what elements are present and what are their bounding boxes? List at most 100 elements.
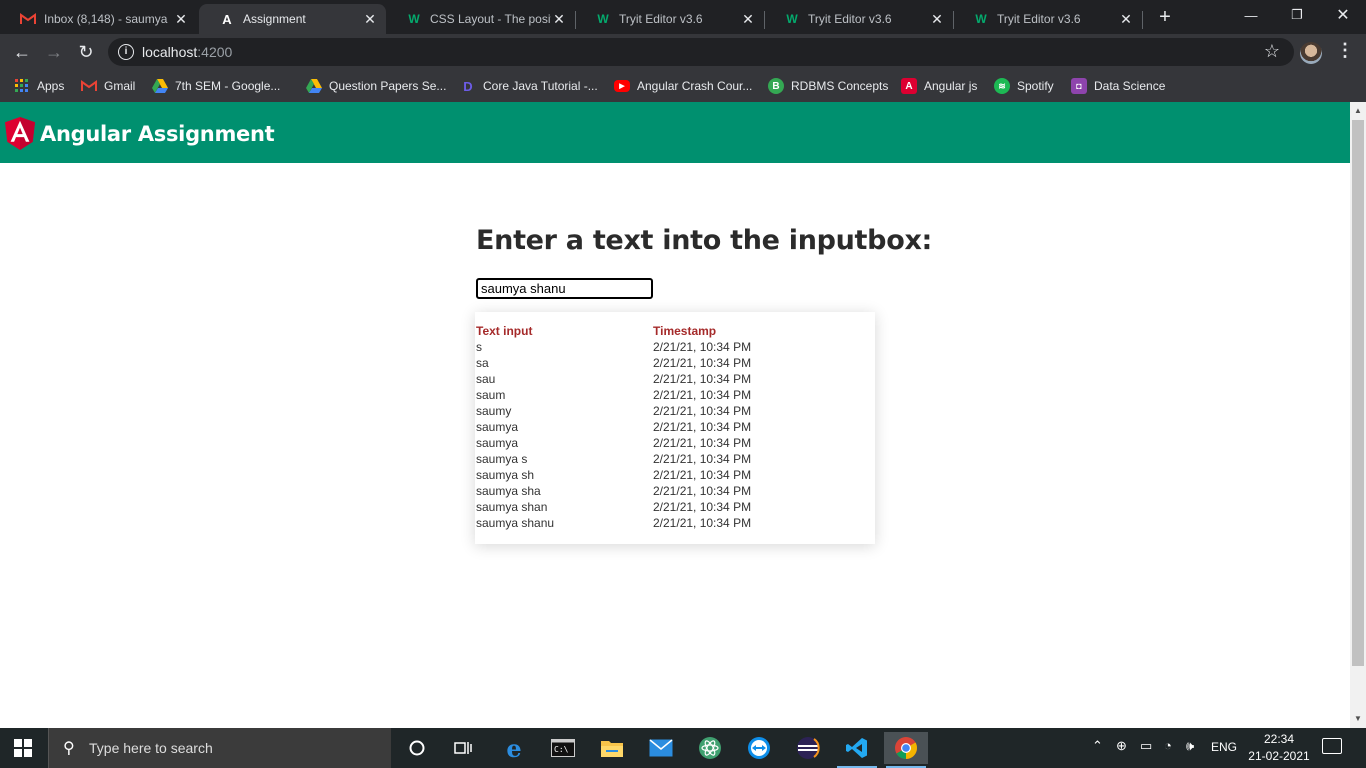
close-icon[interactable]: ✕ [929, 11, 945, 28]
wifi-icon[interactable]: ◔ [1164, 738, 1172, 753]
table-row: saumya shan 2/21/21, 10:34 PM [475, 499, 875, 515]
bookmark-label: Gmail [104, 79, 136, 93]
battery-icon[interactable]: ▭ [1140, 738, 1152, 754]
cell-timestamp: 2/21/21, 10:34 PM [653, 484, 752, 498]
restore-button[interactable]: ❐ [1274, 0, 1320, 30]
table-header-row: Text input Timestamp [475, 323, 875, 339]
cell-text: saumya s [476, 452, 528, 466]
url-port: :4200 [197, 44, 233, 60]
close-window-button[interactable]: ✕ [1320, 0, 1366, 30]
app-title: Angular Assignment [40, 122, 275, 146]
cell-timestamp: 2/21/21, 10:34 PM [653, 420, 752, 434]
language-indicator[interactable]: ENG [1211, 740, 1237, 754]
mail-icon[interactable] [639, 732, 683, 764]
cell-timestamp: 2/21/21, 10:34 PM [653, 404, 752, 418]
tab-assignment[interactable]: A Assignment ✕ [199, 4, 386, 34]
tab-tryit-editor-1[interactable]: W Tryit Editor v3.6 ✕ [575, 4, 764, 34]
bookmark-star-icon[interactable]: ☆ [1264, 41, 1280, 62]
tab-tryit-editor-2[interactable]: W Tryit Editor v3.6 ✕ [764, 4, 953, 34]
tab-title: Tryit Editor v3.6 [808, 12, 892, 26]
cell-timestamp: 2/21/21, 10:34 PM [653, 372, 752, 386]
bookmark-label: Question Papers Se... [329, 79, 447, 93]
table-row: saumya sh 2/21/21, 10:34 PM [475, 467, 875, 483]
chrome-icon[interactable] [884, 732, 928, 768]
bookmark-angular-crash-course[interactable]: ▶ Angular Crash Cour... [614, 76, 752, 96]
bookmark-question-papers[interactable]: Question Papers Se... [306, 76, 446, 96]
forward-button[interactable]: → [40, 38, 68, 66]
atom-icon[interactable] [688, 732, 732, 764]
bookmark-gmail[interactable]: Gmail [81, 76, 135, 96]
scroll-up-arrow-icon[interactable]: ▲ [1354, 106, 1362, 115]
scrollbar-thumb[interactable] [1352, 120, 1364, 666]
page-scrollbar[interactable]: ▲ ▼ [1350, 102, 1366, 728]
bookmark-spotify[interactable]: ≋ Spotify [994, 76, 1054, 96]
chevron-up-icon[interactable]: ⌃ [1092, 738, 1103, 754]
tab-css-layout[interactable]: W CSS Layout - The positio ✕ [386, 4, 575, 34]
bookmark-apps[interactable]: Apps [14, 76, 64, 96]
tab-title: Tryit Editor v3.6 [619, 12, 703, 26]
close-icon[interactable]: ✕ [740, 11, 756, 28]
reload-button[interactable]: ↻ [72, 38, 100, 66]
column-header-text-input: Text input [476, 324, 533, 338]
minimize-button[interactable]: — [1228, 0, 1274, 30]
vscode-icon[interactable] [835, 732, 879, 768]
gmail-icon [81, 78, 97, 94]
tab-strip: Inbox (8,148) - saumya ✕ A Assignment ✕ … [0, 0, 1366, 34]
profile-avatar[interactable] [1300, 42, 1322, 64]
tab-gmail-inbox[interactable]: Inbox (8,148) - saumya ✕ [0, 4, 197, 34]
bookmark-label: Core Java Tutorial -... [483, 79, 598, 93]
task-view-icon[interactable] [441, 732, 485, 764]
close-icon[interactable]: ✕ [1118, 11, 1134, 28]
device-icon[interactable]: ⊕ [1116, 738, 1127, 754]
teamviewer-icon[interactable] [737, 732, 781, 764]
close-icon[interactable]: ✕ [551, 11, 567, 28]
taskbar-search-box[interactable]: ⚲ Type here to search [48, 728, 391, 768]
bookmark-label: 7th SEM - Google... [175, 79, 281, 93]
angular-icon: A [222, 11, 232, 27]
text-input[interactable] [476, 278, 653, 299]
file-explorer-icon[interactable] [590, 732, 634, 764]
spotify-icon: ≋ [994, 78, 1010, 94]
w3schools-icon: W [786, 12, 798, 26]
terminal-icon[interactable]: C:\ [541, 732, 585, 764]
bookmark-label: Data Science [1094, 79, 1166, 93]
tab-separator [1142, 11, 1143, 29]
column-header-timestamp: Timestamp [653, 324, 717, 338]
bookmark-label: Angular js [924, 79, 978, 93]
bookmark-angular-js[interactable]: A Angular js [901, 76, 977, 96]
url-text[interactable]: localhost:4200 [142, 44, 232, 60]
eclipse-icon[interactable] [786, 732, 830, 764]
cell-text: saum [476, 388, 506, 402]
back-button[interactable]: ← [8, 38, 36, 66]
taskbar-clock[interactable]: 22:34 21-02-2021 [1240, 731, 1318, 765]
cell-text: saumy [476, 404, 512, 418]
bookmark-7th-sem[interactable]: 7th SEM - Google... [152, 76, 280, 96]
cell-timestamp: 2/21/21, 10:34 PM [653, 452, 752, 466]
cell-timestamp: 2/21/21, 10:34 PM [653, 468, 752, 482]
notification-center-icon[interactable] [1322, 738, 1342, 754]
angular-icon: A [901, 78, 917, 94]
clock-date: 21-02-2021 [1248, 749, 1310, 763]
close-icon[interactable]: ✕ [362, 11, 378, 28]
volume-icon[interactable]: 🕪 [1186, 738, 1194, 754]
cell-timestamp: 2/21/21, 10:34 PM [653, 516, 752, 530]
bookmark-data-science[interactable]: ◘ Data Science [1071, 76, 1165, 96]
clock-time: 22:34 [1263, 732, 1295, 746]
w3schools-icon: W [975, 12, 987, 26]
cell-text: saumya [476, 436, 519, 450]
scroll-down-arrow-icon[interactable]: ▼ [1354, 714, 1362, 723]
address-bar[interactable]: i localhost:4200 ☆ [108, 38, 1294, 66]
page-heading: Enter a text into the inputbox: [476, 225, 933, 256]
close-icon[interactable]: ✕ [173, 11, 189, 28]
bookmark-rdbms[interactable]: B RDBMS Concepts [768, 76, 888, 96]
cortana-icon[interactable] [395, 732, 439, 764]
bookmark-core-java[interactable]: D Core Java Tutorial -... [460, 76, 598, 96]
windows-start-icon[interactable] [14, 739, 32, 757]
edge-icon[interactable]: e [492, 732, 536, 764]
table-row: saumya shanu 2/21/21, 10:34 PM [475, 515, 875, 531]
tab-tryit-editor-3[interactable]: W Tryit Editor v3.6 ✕ [953, 4, 1142, 34]
cell-text: saumya shanu [476, 516, 555, 530]
menu-dots-icon[interactable]: ⋮ [1336, 40, 1354, 61]
new-tab-button[interactable]: + [1155, 6, 1175, 28]
info-icon[interactable]: i [118, 44, 134, 60]
